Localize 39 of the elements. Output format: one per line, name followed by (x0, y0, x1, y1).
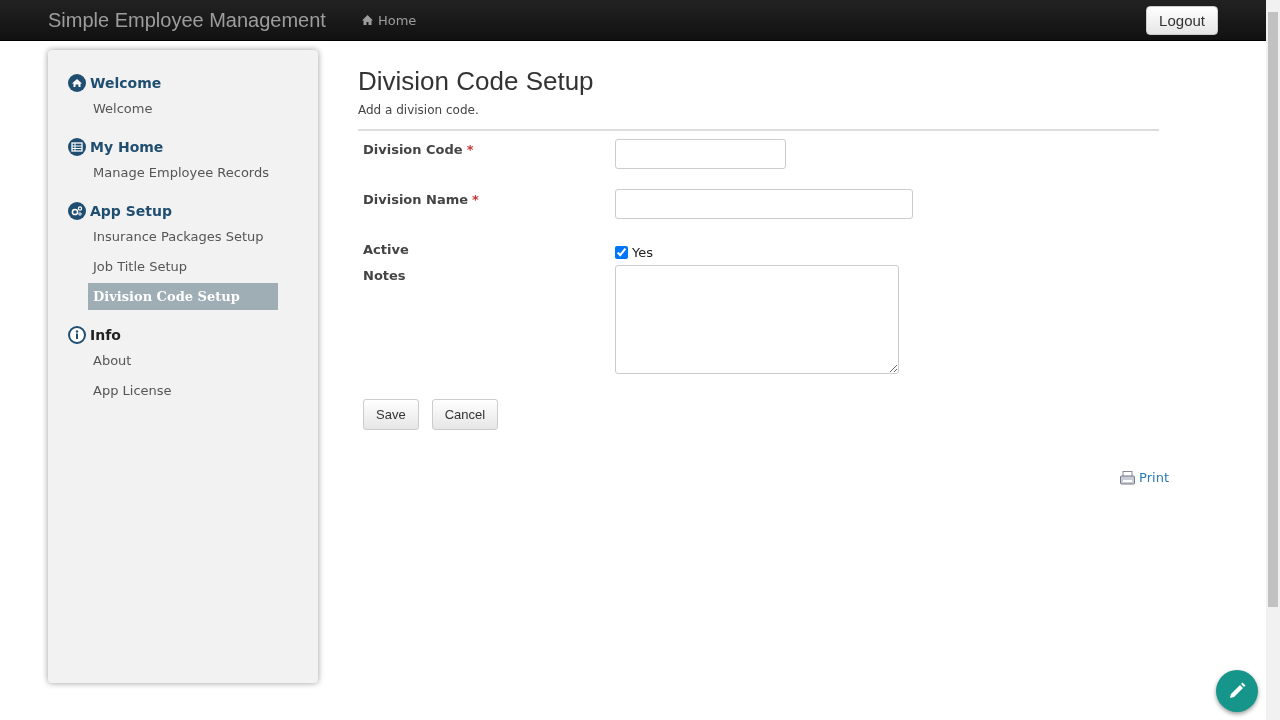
app-title: Simple Employee Management (48, 8, 326, 32)
page-title: Division Code Setup (358, 66, 595, 97)
logout-button[interactable]: Logout (1146, 5, 1218, 35)
printer-icon (1120, 470, 1136, 485)
form-button[interactable]: Save (363, 399, 419, 430)
checkbox-label: Yes (632, 244, 653, 260)
section-heading: My Home (90, 139, 164, 155)
sidebar-item[interactable]: Job Title Setup (88, 253, 278, 280)
sidebar-item[interactable]: Manage Employee Records (88, 159, 278, 186)
field-label: Active (363, 242, 409, 257)
sidebar-item[interactable]: Insurance Packages Setup (88, 223, 278, 250)
gears-icon (68, 202, 86, 220)
required-mark: * (466, 142, 474, 157)
section-heading: App Setup (90, 203, 172, 219)
edit-button[interactable] (1216, 670, 1258, 712)
required-mark: * (472, 192, 479, 207)
print-link[interactable]: Print (1120, 470, 1169, 485)
scrollbar[interactable] (1266, 0, 1280, 720)
home-icon (361, 15, 373, 25)
field-label: Division Code (363, 142, 463, 157)
text-input[interactable] (615, 139, 786, 169)
field-label: Notes (363, 268, 406, 283)
section-heading: Info (90, 327, 121, 343)
notes-textarea[interactable] (615, 265, 899, 374)
table-icon (68, 138, 86, 156)
sidebar-item[interactable]: About (88, 347, 278, 374)
sidebar-item[interactable]: App License (88, 377, 278, 404)
scrollbar-thumb[interactable] (1268, 12, 1278, 607)
form-button[interactable]: Cancel (431, 399, 499, 430)
pencil-icon (1227, 681, 1247, 701)
info-icon (68, 326, 86, 344)
checkbox[interactable] (615, 245, 628, 259)
field-label: Division Name (363, 192, 469, 207)
text-input[interactable] (615, 189, 913, 219)
home-link[interactable]: Home (361, 12, 417, 28)
home-icon (68, 74, 86, 92)
sidebar-item[interactable]: Welcome (88, 95, 278, 122)
section-heading: Welcome (90, 75, 162, 91)
page-subtitle: Add a division code. (358, 103, 480, 117)
